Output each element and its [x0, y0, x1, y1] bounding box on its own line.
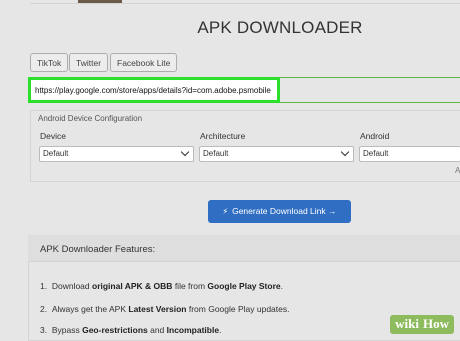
device-select-value: Default: [43, 149, 69, 158]
feature-item: 2. Always get the APK Latest Version fro…: [40, 304, 290, 314]
device-label: Device: [40, 131, 66, 141]
url-input[interactable]: [31, 80, 277, 101]
device-select[interactable]: Default: [39, 146, 194, 162]
android-select[interactable]: Default: [359, 146, 460, 162]
page-title: APK DOWNLOADER: [197, 18, 363, 37]
android-select-value: Default: [363, 149, 389, 158]
divider: [30, 3, 460, 4]
watermark-part1: wiki: [390, 314, 422, 334]
quick-link-twitter[interactable]: Twitter: [69, 53, 109, 72]
android-label: Android: [360, 131, 390, 141]
chevron-down-icon: [180, 147, 190, 157]
url-bar-border-bottom: [278, 102, 460, 103]
quick-link-facebook-lite[interactable]: Facebook Lite: [110, 53, 178, 72]
device-config-title: Android Device Configuration: [38, 114, 143, 123]
architecture-label: Architecture: [200, 131, 246, 141]
feature-item: 1. Download original APK & OBB file from…: [40, 281, 283, 291]
generate-button-label: Generate Download Link →: [232, 206, 337, 216]
wikihow-watermark: wiki How: [390, 313, 454, 335]
architecture-select-value: Default: [203, 149, 229, 158]
architecture-select[interactable]: Default: [199, 146, 354, 162]
generate-download-link-button[interactable]: ⚡︎ Generate Download Link →: [208, 200, 351, 223]
url-bar-border-top: [278, 77, 460, 78]
features-title: APK Downloader Features:: [40, 244, 156, 255]
chevron-down-icon: [340, 147, 350, 157]
bolt-icon: ⚡︎: [222, 207, 229, 216]
watermark-part2: How: [422, 314, 454, 334]
quick-link-tiktok[interactable]: TikTok: [30, 53, 69, 72]
url-input-highlight[interactable]: [28, 77, 280, 103]
cut-off-text: A: [455, 166, 460, 175]
feature-item: 3. Bypass Geo-restrictions and Incompati…: [40, 325, 222, 335]
